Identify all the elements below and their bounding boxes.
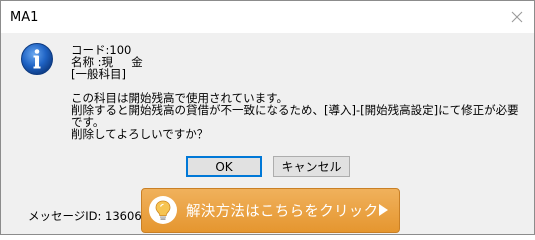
message-id: メッセージID: 13606 xyxy=(28,209,142,223)
message-line-2: 削除すると開始残高の貸借が不一致になるため、[導入]-[開始残高設定]にて修正が… xyxy=(71,103,519,117)
solution-button[interactable]: 解決方法はこちらをクリック xyxy=(141,188,400,233)
cancel-button[interactable]: キャンセル xyxy=(273,156,350,177)
message-line-4: 削除してよろしいですか？ xyxy=(71,127,209,141)
dialog-content: コード:100 名称 :現 金 [一般科目] この科目は開始残高で使用されていま… xyxy=(1,33,534,234)
window-title: MA1 xyxy=(10,10,39,25)
lightbulb-icon xyxy=(149,196,177,224)
info-icon xyxy=(21,43,53,75)
ok-button[interactable]: OK xyxy=(186,156,262,177)
account-category: [一般科目] xyxy=(71,67,126,81)
dialog-window: MA1 コード:100 名称 :現 金 [一般科目] この科目は開始残高で使用さ… xyxy=(0,0,535,235)
close-icon xyxy=(511,11,523,23)
title-bar: MA1 xyxy=(1,1,534,33)
arrow-right-icon xyxy=(379,204,388,216)
close-button[interactable] xyxy=(500,1,534,33)
solution-label: 解決方法はこちらをクリック xyxy=(186,204,379,220)
